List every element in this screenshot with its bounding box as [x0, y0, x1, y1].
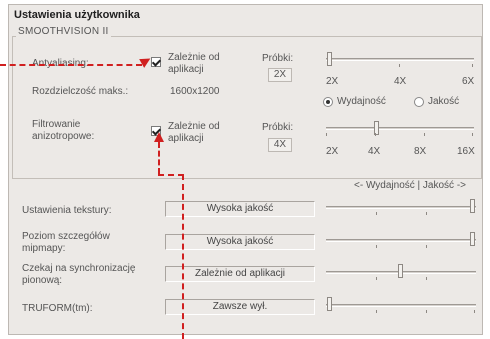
performance-radio[interactable] — [323, 97, 333, 107]
anisotropic-tick-label: 16X — [457, 146, 475, 157]
truform-label: TRUFORM(tm): — [22, 303, 93, 314]
annotation-line — [182, 174, 184, 339]
anisotropic-slider-track[interactable] — [326, 127, 474, 130]
antialiasing-tick-label: 2X — [326, 76, 339, 87]
mipmap-label: Poziom szczegółów mipmapy: — [22, 231, 110, 254]
texture-slider-thumb[interactable] — [470, 199, 475, 213]
slider-tick — [376, 277, 377, 280]
antialiasing-slider-thumb[interactable] — [327, 52, 332, 66]
slider-tick — [426, 245, 427, 248]
antialiasing-checkbox-label: Zależnie od aplikacji — [168, 52, 220, 75]
group-legend: SMOOTHVISION II — [16, 26, 111, 37]
mipmap-slider-track[interactable] — [326, 239, 476, 242]
performance-label: Wydajność — [337, 96, 386, 107]
antialiasing-tick-label: 4X — [394, 76, 407, 87]
antialiasing-probki-label: Próbki: — [262, 53, 294, 64]
slider-tick — [472, 64, 473, 67]
truform-slider-thumb[interactable] — [327, 297, 332, 311]
slider-tick — [472, 133, 473, 136]
scale-hint: <- Wydajność | Jakość -> — [354, 180, 466, 191]
mipmap-value: Wysoka jakość — [165, 234, 315, 250]
vsync-slider-thumb[interactable] — [398, 264, 403, 278]
antialiasing-slider-track[interactable] — [326, 58, 474, 61]
anisotropic-tick-label: 2X — [326, 146, 339, 157]
anisotropic-probki-label: Próbki: — [262, 122, 294, 133]
resolution-value: 1600x1200 — [170, 86, 220, 97]
truform-value: Zawsze wył. — [165, 299, 315, 315]
anisotropic-checkbox-label: Zależnie od aplikacji — [168, 121, 220, 144]
texture-label: Ustawienia tekstury: — [22, 205, 112, 216]
slider-tick — [424, 133, 425, 136]
vsync-value: Zależnie od aplikacji — [165, 266, 315, 282]
annotation-line — [158, 142, 160, 174]
annotation-arrow-icon — [154, 132, 164, 142]
annotation-line — [158, 174, 184, 176]
slider-tick — [375, 133, 376, 136]
slider-tick — [326, 133, 327, 136]
slider-tick — [376, 245, 377, 248]
antialiasing-samples-value: 2X — [268, 68, 292, 82]
slider-tick — [426, 310, 427, 313]
antialiasing-tick-label: 6X — [462, 76, 475, 87]
quality-radio[interactable] — [414, 97, 424, 107]
slider-tick — [426, 277, 427, 280]
truform-slider-track[interactable] — [326, 304, 476, 307]
slider-tick — [426, 212, 427, 215]
anisotropic-tick-label: 8X — [414, 146, 427, 157]
slider-tick — [474, 310, 475, 313]
quality-label: Jakość — [428, 96, 460, 107]
slider-tick — [376, 310, 377, 313]
panel-title: Ustawienia użytkownika — [14, 9, 140, 21]
annotation-line — [0, 64, 142, 66]
anisotropic-label: Filtrowanie anizotropowe: — [32, 119, 95, 142]
vsync-label: Czekaj na synchronizację pionową: — [22, 263, 136, 286]
slider-tick — [399, 64, 400, 67]
resolution-label: Rozdzielczość maks.: — [32, 86, 129, 97]
anisotropic-tick-label: 4X — [368, 146, 381, 157]
anisotropic-samples-value: 4X — [268, 138, 292, 152]
mipmap-slider-thumb[interactable] — [470, 232, 475, 246]
slider-tick — [376, 212, 377, 215]
texture-value: Wysoka jakość — [165, 201, 315, 217]
texture-slider-track[interactable] — [326, 206, 476, 209]
